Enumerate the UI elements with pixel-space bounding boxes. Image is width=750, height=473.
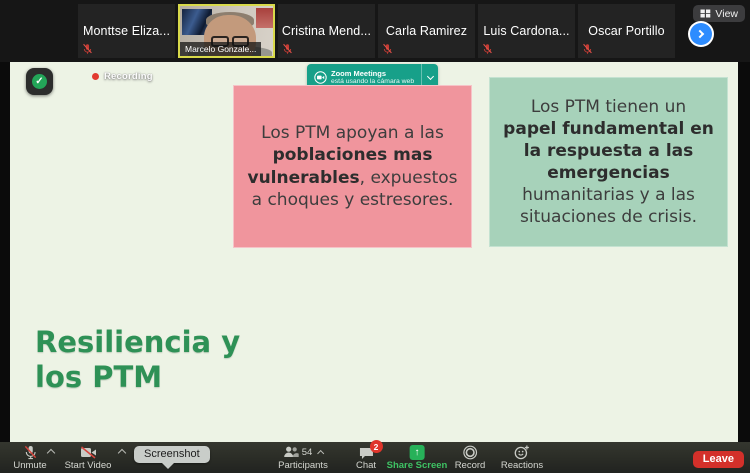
muted-mic-icon bbox=[82, 43, 93, 55]
participant-name: Cristina Mend... bbox=[282, 24, 371, 38]
participant-tile[interactable]: Monttse Eliza... bbox=[78, 4, 175, 58]
start-video-button[interactable]: Start Video bbox=[62, 445, 114, 471]
video-off-icon bbox=[80, 445, 97, 459]
shield-check-icon: ✓ bbox=[32, 74, 47, 89]
participant-tiles: Monttse Eliza... Marcelo Gonzale... bbox=[78, 4, 675, 58]
unmute-button[interactable]: Unmute bbox=[8, 445, 52, 471]
chat-button[interactable]: 2 Chat bbox=[356, 445, 376, 471]
recording-indicator: Recording bbox=[92, 71, 153, 82]
participant-name: Marcelo Gonzale... bbox=[180, 42, 261, 56]
participant-name: Carla Ramirez bbox=[386, 24, 467, 38]
slide-textbox-green: Los PTM tienen un papel fundamental en l… bbox=[489, 77, 728, 247]
participants-button[interactable]: 54 Participants bbox=[278, 445, 328, 471]
record-label: Record bbox=[455, 460, 486, 471]
leave-button[interactable]: Leave bbox=[693, 451, 744, 468]
participant-tile[interactable]: Cristina Mend... bbox=[278, 4, 375, 58]
participants-count: 54 bbox=[302, 447, 313, 458]
notification-title: Zoom Meetings bbox=[331, 69, 421, 78]
zoom-meeting-window: Monttse Eliza... Marcelo Gonzale... bbox=[0, 0, 750, 473]
participants-strip: Monttse Eliza... Marcelo Gonzale... bbox=[0, 0, 750, 62]
chat-unread-badge: 2 bbox=[369, 440, 382, 453]
recording-label: Recording bbox=[104, 71, 153, 82]
meeting-toolbar: Unmute Start Video Screenshot bbox=[0, 442, 750, 473]
reactions-label: Reactions bbox=[501, 460, 543, 471]
participants-icon bbox=[283, 446, 299, 458]
view-button-label: View bbox=[715, 8, 738, 20]
chat-label: Chat bbox=[356, 460, 376, 471]
reactions-icon bbox=[514, 445, 530, 460]
video-options-chevron[interactable] bbox=[118, 449, 126, 457]
green-box-text: Los PTM tienen un papel fundamental en l… bbox=[502, 96, 715, 229]
view-button[interactable]: View bbox=[693, 5, 745, 22]
chevron-right-icon bbox=[690, 23, 712, 45]
share-screen-icon: ↑ bbox=[409, 445, 424, 460]
participant-tile[interactable]: Oscar Portillo bbox=[578, 4, 675, 58]
record-icon bbox=[463, 445, 478, 460]
muted-mic-icon bbox=[23, 445, 38, 459]
participants-label: Participants bbox=[278, 460, 328, 471]
chevron-down-icon bbox=[426, 73, 433, 80]
muted-mic-icon bbox=[382, 43, 393, 55]
record-button[interactable]: Record bbox=[455, 445, 486, 471]
participant-tile[interactable]: Luis Cardona... bbox=[478, 4, 575, 58]
reactions-button[interactable]: Reactions bbox=[501, 445, 543, 471]
pink-box-text: Los PTM apoyan a las poblaciones mas vul… bbox=[246, 122, 459, 210]
participants-chevron[interactable] bbox=[317, 449, 324, 456]
next-participants-page-button[interactable] bbox=[688, 21, 714, 47]
participant-name: Oscar Portillo bbox=[588, 24, 664, 38]
muted-mic-icon bbox=[482, 43, 493, 55]
screenshot-tooltip: Screenshot bbox=[134, 446, 210, 463]
unmute-label: Unmute bbox=[13, 460, 46, 471]
start-video-label: Start Video bbox=[65, 460, 112, 471]
participant-tile-active-speaker[interactable]: Marcelo Gonzale... bbox=[178, 4, 275, 58]
grid-view-icon bbox=[700, 9, 711, 18]
security-shield-chip[interactable]: ✓ bbox=[26, 68, 53, 95]
muted-mic-icon bbox=[582, 43, 593, 55]
share-screen-label: Share Screen bbox=[387, 460, 448, 471]
participant-tile[interactable]: Carla Ramirez bbox=[378, 4, 475, 58]
share-screen-button[interactable]: ↑ Share Screen bbox=[387, 445, 448, 471]
wall-art bbox=[256, 8, 273, 28]
slide-title: Resiliencia y los PTM bbox=[35, 325, 270, 395]
recording-dot-icon bbox=[92, 73, 99, 80]
shared-screen-slide: ✓ Recording Zoom Meetings está usando la… bbox=[10, 62, 738, 442]
muted-mic-icon bbox=[282, 43, 293, 55]
participant-name: Luis Cardona... bbox=[483, 24, 569, 38]
slide-textbox-pink: Los PTM apoyan a las poblaciones mas vul… bbox=[233, 85, 472, 248]
participant-name: Monttse Eliza... bbox=[83, 24, 170, 38]
